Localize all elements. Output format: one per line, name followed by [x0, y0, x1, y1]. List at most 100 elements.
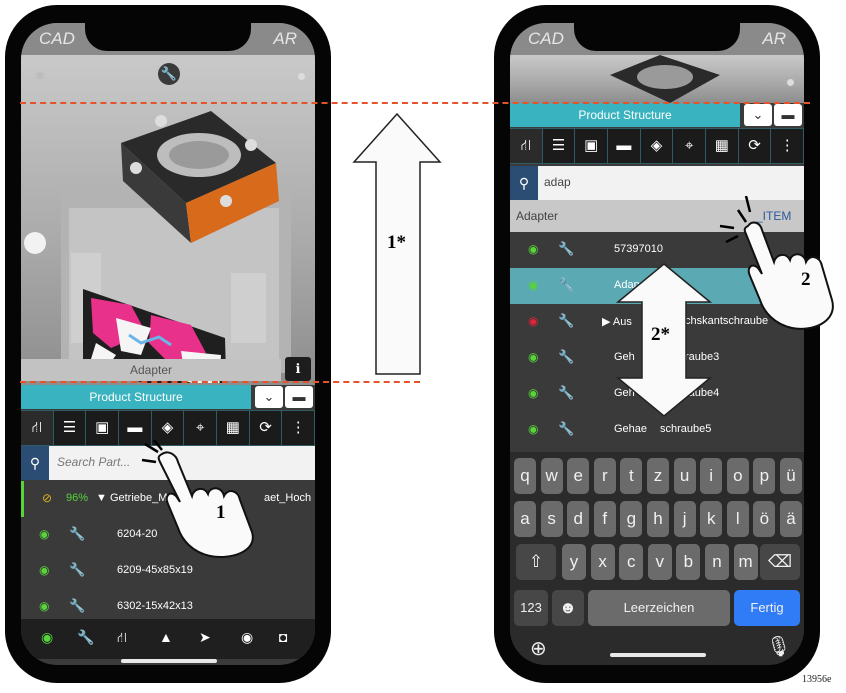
up-arrow-nav-icon[interactable]: ▲: [159, 629, 173, 645]
visible-eye-icon[interactable]: ◉: [39, 563, 49, 577]
key-j[interactable]: j: [673, 501, 696, 537]
key-p[interactable]: p: [753, 458, 776, 494]
model-viewport[interactable]: [510, 55, 804, 103]
microphone-icon[interactable]: 🎙: [766, 634, 791, 659]
key-u[interactable]: u: [673, 458, 696, 494]
key-h[interactable]: h: [647, 501, 669, 537]
home-indicator: [121, 659, 217, 663]
key-m[interactable]: m: [733, 544, 758, 580]
key-i[interactable]: i: [700, 458, 723, 494]
record-nav-icon[interactable]: ◉: [241, 629, 253, 646]
hidden-eye-icon[interactable]: ⊘: [42, 491, 52, 505]
visible-eye-icon[interactable]: ◉: [528, 350, 538, 364]
visible-eye-icon[interactable]: ◉: [39, 599, 49, 613]
key-ä[interactable]: ä: [780, 501, 802, 537]
collapse-button[interactable]: ⌄: [744, 104, 772, 126]
key-g[interactable]: g: [620, 501, 643, 537]
visible-eye-icon[interactable]: ◉: [528, 422, 538, 436]
key-ü[interactable]: ü: [780, 458, 802, 494]
wrench-icon[interactable]: 🔧: [69, 598, 85, 614]
visible-eye-icon[interactable]: ◉: [528, 242, 538, 256]
wrench-icon[interactable]: 🔧: [558, 349, 574, 365]
key-l[interactable]: l: [726, 501, 749, 537]
key-k[interactable]: k: [700, 501, 723, 537]
key-z[interactable]: z: [647, 458, 669, 494]
globe-icon[interactable]: ⊕: [530, 636, 547, 661]
wrench-icon[interactable]: 🔧: [558, 421, 574, 437]
ruler-icon[interactable]: ▬: [608, 129, 640, 163]
hierarchy-nav-icon[interactable]: ⛙: [117, 629, 127, 648]
gearbox-model-image: [610, 55, 720, 103]
shift-key[interactable]: ⇧: [516, 544, 556, 580]
hidden-eye-icon[interactable]: ◉: [528, 314, 538, 328]
key-x[interactable]: x: [590, 544, 615, 580]
numbers-key[interactable]: 123: [514, 590, 548, 626]
send-nav-icon[interactable]: ➤: [199, 629, 211, 646]
list-icon[interactable]: ☰: [542, 129, 575, 163]
wrench-logo-icon[interactable]: 🔧: [158, 63, 180, 85]
eye-nav-icon[interactable]: ◉: [41, 629, 53, 646]
wrench-icon[interactable]: 🔧: [558, 241, 574, 257]
camera-nav-icon[interactable]: ◘: [279, 629, 287, 645]
key-v[interactable]: v: [647, 544, 672, 580]
done-key[interactable]: Fertig: [734, 590, 800, 626]
key-r[interactable]: r: [593, 458, 616, 494]
keyboard: qwertzuiopü asdfghjklöä ⇧ yxcvbnm ⌫ 123 …: [510, 452, 804, 665]
wrench-icon[interactable]: 🔧: [558, 385, 574, 401]
map-pin-icon[interactable]: ⌖: [673, 129, 706, 163]
wrench-icon[interactable]: 🔧: [69, 526, 85, 542]
key-ö[interactable]: ö: [753, 501, 776, 537]
key-a[interactable]: a: [514, 501, 536, 537]
key-q[interactable]: q: [514, 458, 536, 494]
key-e[interactable]: e: [567, 458, 590, 494]
list-icon[interactable]: ☰: [53, 411, 86, 445]
minimize-button[interactable]: ▬: [285, 386, 313, 408]
dashed-guide-bottom: [20, 381, 420, 383]
mode-cad-label[interactable]: CAD: [39, 29, 75, 49]
clipboard-check-icon[interactable]: ▣: [575, 129, 608, 163]
key-o[interactable]: o: [726, 458, 749, 494]
visible-eye-icon[interactable]: ◉: [528, 386, 538, 400]
info-button[interactable]: ℹ: [285, 357, 311, 381]
collapse-button[interactable]: ⌄: [255, 386, 283, 408]
search-icon[interactable]: ⚲: [510, 166, 538, 200]
key-s[interactable]: s: [540, 501, 563, 537]
visible-eye-icon[interactable]: ◉: [39, 527, 49, 541]
key-f[interactable]: f: [593, 501, 616, 537]
key-w[interactable]: w: [540, 458, 563, 494]
model-name-label: Adapter: [21, 359, 281, 381]
wrench-icon[interactable]: 🔧: [558, 313, 574, 329]
search-input[interactable]: adap: [544, 175, 571, 189]
more-icon[interactable]: ⋮: [771, 129, 804, 163]
tap-hand-icon: [141, 440, 254, 558]
gallery-icon[interactable]: ▦: [706, 129, 738, 163]
hierarchy-icon[interactable]: ⛙: [510, 129, 542, 163]
panel-toolbar: ⛙ ☰ ▣ ▬ ◈ ⌖ ▦ ⟳ ⋮: [510, 128, 804, 164]
search-input[interactable]: Search Part...: [57, 455, 130, 469]
minimize-button[interactable]: ▬: [774, 104, 802, 126]
clipboard-check-icon[interactable]: ▣: [86, 411, 119, 445]
key-b[interactable]: b: [676, 544, 701, 580]
backspace-key[interactable]: ⌫: [760, 544, 800, 580]
wrench-icon[interactable]: 🔧: [69, 562, 85, 578]
visible-eye-icon[interactable]: ◉: [528, 278, 538, 292]
search-icon[interactable]: ⚲: [21, 446, 49, 480]
wrench-icon[interactable]: 🔧: [558, 277, 574, 293]
key-c[interactable]: c: [619, 544, 644, 580]
mode-ar-label[interactable]: AR: [273, 29, 297, 49]
mode-ar-label[interactable]: AR: [762, 29, 786, 49]
wrench-nav-icon[interactable]: 🔧: [77, 629, 94, 646]
space-key[interactable]: Leerzeichen: [588, 590, 730, 626]
compass-icon[interactable]: ◈: [640, 129, 673, 163]
key-n[interactable]: n: [705, 544, 729, 580]
key-d[interactable]: d: [567, 501, 590, 537]
hierarchy-icon[interactable]: ⛙: [21, 411, 53, 445]
sync-icon[interactable]: ⟳: [738, 129, 771, 163]
dashed-guide-top: [20, 102, 810, 104]
tap-hand-icon: [719, 196, 834, 330]
key-t[interactable]: t: [620, 458, 643, 494]
key-y[interactable]: y: [562, 544, 586, 580]
emoji-key[interactable]: ☻: [552, 590, 584, 626]
model-viewport[interactable]: ✱ 🔧 Adapter ℹ: [21, 55, 315, 385]
mode-cad-label[interactable]: CAD: [528, 29, 564, 49]
